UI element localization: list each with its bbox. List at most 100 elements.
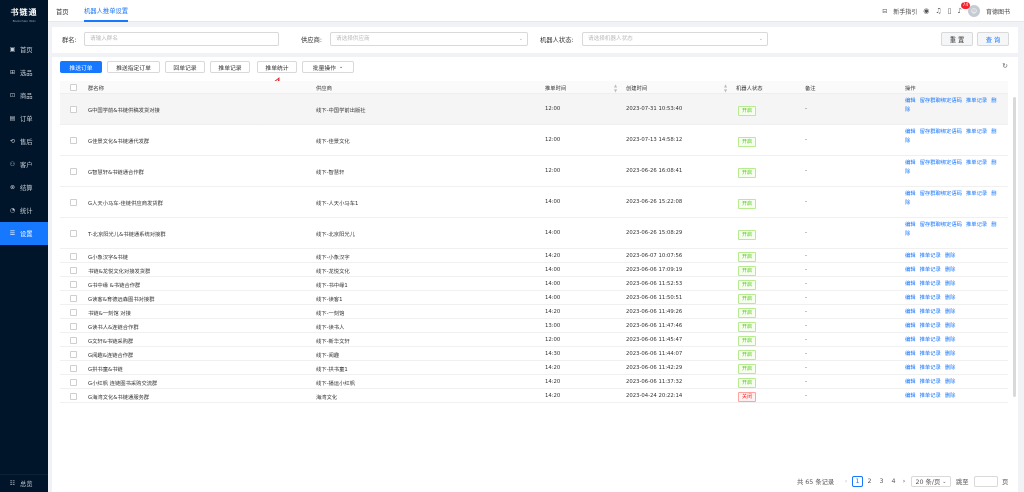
action-link[interactable]: 推单记录	[966, 129, 987, 135]
action-link[interactable]: 删除	[945, 323, 956, 329]
action-link[interactable]: 推单记录	[920, 253, 941, 259]
col-push-time[interactable]: 推单时间	[545, 84, 566, 92]
action-link[interactable]: 推单记录	[920, 309, 941, 315]
row-checkbox[interactable]	[70, 106, 77, 113]
page-4[interactable]: 4	[888, 476, 899, 487]
reset-button[interactable]: 重 置	[941, 32, 973, 46]
action-link[interactable]: 编辑	[905, 323, 916, 329]
action-link[interactable]: 编辑	[905, 191, 916, 197]
supplier-select[interactable]: 请选择供应商 ⌄	[330, 32, 528, 46]
action-link[interactable]: 删除	[945, 337, 956, 343]
row-checkbox[interactable]	[70, 199, 77, 206]
action-link[interactable]: 编辑	[905, 160, 916, 166]
action-link[interactable]: 删除	[945, 295, 956, 301]
action-link[interactable]: 编辑	[905, 351, 916, 357]
row-checkbox[interactable]	[70, 266, 77, 274]
batch-ops-button[interactable]: 批量操作 ⌄	[302, 61, 354, 73]
action-link[interactable]: 编辑	[905, 365, 916, 371]
table-row[interactable]: G小红帆 连链图书采购交流群 线下-播运小红帆 14:20 2023-06-06 11…	[60, 375, 1008, 389]
action-link[interactable]: 编辑	[905, 337, 916, 343]
action-link[interactable]: 推单记录	[966, 160, 987, 166]
robot-status-select[interactable]: 请选择机器人状态 ⌄	[582, 32, 768, 46]
jump-input[interactable]	[974, 476, 998, 487]
action-link[interactable]: 推单记录	[920, 351, 941, 357]
action-link[interactable]: 删除	[945, 309, 956, 315]
sidebar-item-overview[interactable]: ☷ 总览	[0, 474, 48, 492]
action-link[interactable]: 推单记录	[966, 191, 987, 197]
action-link[interactable]: 删除	[945, 281, 956, 287]
action-link[interactable]: 留存群聊绑定语码	[920, 191, 962, 197]
prev-page-icon[interactable]: ‹	[842, 476, 850, 487]
table-row[interactable]: 书链&龙悦文化对接发货群 线下-龙悦文化 14:00 2023-06-06 17:09…	[60, 263, 1008, 277]
table-row[interactable]: 书链&一刻馆 对接 线下-一刻馆 14:20 2023-06-06 11:49:26 开…	[60, 305, 1008, 319]
row-checkbox[interactable]	[70, 230, 77, 237]
sidebar-item-5[interactable]: ⚇ 客户	[0, 153, 48, 176]
action-link[interactable]: 编辑	[905, 222, 916, 228]
scrollbar[interactable]	[1013, 97, 1016, 397]
table-row[interactable]: G小象汉字&书链 线下-小象汉字 14:20 2023-06-07 10:07:56 开…	[60, 249, 1008, 263]
sort-icon[interactable]: ▲ ▼	[724, 83, 727, 93]
sidebar-item-6[interactable]: ⊗ 结算	[0, 176, 48, 199]
row-checkbox[interactable]	[70, 280, 77, 288]
group-name-input[interactable]: 请输入群名	[84, 32, 279, 46]
sidebar-item-1[interactable]: ⊞ 选品	[0, 61, 48, 84]
action-link[interactable]: 留存群聊绑定语码	[920, 98, 962, 104]
user-name[interactable]: 育德图书	[986, 7, 1010, 16]
row-checkbox[interactable]	[70, 378, 77, 386]
guide-link[interactable]: 新手指引	[893, 7, 917, 16]
action-link[interactable]: 推单记录	[920, 337, 941, 343]
row-checkbox[interactable]	[70, 294, 77, 302]
action-link[interactable]: 推单记录	[920, 281, 941, 287]
table-row[interactable]: G海湾文化&书链通服务群 海湾文化 14:20 2023-04-24 20:22:14…	[60, 389, 1008, 403]
page-1[interactable]: 1	[852, 476, 863, 487]
refresh-icon[interactable]: ↻	[1002, 62, 1008, 70]
next-page-icon[interactable]: ›	[900, 476, 908, 487]
table-row[interactable]: G读书人&连链合作群 线下-读书人 13:00 2023-06-06 11:47:46…	[60, 319, 1008, 333]
action-link[interactable]: 推单记录	[920, 379, 941, 385]
action-link[interactable]: 删除	[945, 379, 956, 385]
action-link[interactable]: 删除	[945, 351, 956, 357]
table-row[interactable]: G文轩&书链采购群 线下-新华文轩 12:00 2023-06-06 11:45:47…	[60, 333, 1008, 347]
select-all-checkbox[interactable]	[70, 84, 77, 91]
action-link[interactable]: 编辑	[905, 98, 916, 104]
action-link[interactable]: 推单记录	[920, 365, 941, 371]
action-link[interactable]: 留存群聊绑定语码	[920, 129, 962, 135]
bell-icon[interactable]: ♪ 74	[958, 2, 971, 15]
table-row[interactable]: G阅趣&连链合作群 线下-阅趣 14:30 2023-06-06 11:44:07 开启…	[60, 347, 1008, 361]
sidebar-item-3[interactable]: ▤ 订单	[0, 107, 48, 130]
table-row[interactable]: T-北京阳光儿&书链通系统对接群 线下-北京阳光儿 14:00 2023-06-26 …	[60, 218, 1008, 249]
push-orders-button[interactable]: 推送订单	[60, 61, 102, 73]
action-link[interactable]: 推单记录	[920, 267, 941, 273]
action-link[interactable]: 编辑	[905, 253, 916, 259]
action-link[interactable]: 删除	[945, 393, 956, 399]
guide-icon[interactable]: ⊟	[882, 8, 887, 15]
row-checkbox[interactable]	[70, 364, 77, 372]
sidebar-item-8[interactable]: ☰ 设置	[0, 222, 48, 245]
action-link[interactable]: 删除	[945, 365, 956, 371]
action-link[interactable]: 编辑	[905, 267, 916, 273]
logo[interactable]: 书链通 Bookchain Wiki	[0, 0, 48, 30]
headset-icon[interactable]: ♫	[935, 7, 941, 15]
row-checkbox[interactable]	[70, 322, 77, 330]
row-checkbox[interactable]	[70, 392, 77, 400]
sidebar-item-0[interactable]: ▣ 首页	[0, 38, 48, 61]
action-link[interactable]: 推单记录	[920, 295, 941, 301]
avatar[interactable]: ☺	[967, 5, 980, 17]
action-link[interactable]: 编辑	[905, 393, 916, 399]
row-checkbox[interactable]	[70, 336, 77, 344]
table-row[interactable]: G智慧轩&书链通合作群 线下-智慧轩 12:00 2023-06-26 16:08:4…	[60, 156, 1008, 187]
action-link[interactable]: 推单记录	[966, 98, 987, 104]
action-link[interactable]: 编辑	[905, 379, 916, 385]
action-link[interactable]: 推单记录	[920, 393, 941, 399]
action-link[interactable]: 删除	[945, 267, 956, 273]
push-stats-button[interactable]: 推单统计	[257, 61, 297, 73]
table-row[interactable]: G人天小马车-佳链供应商发货群 线下-人天小马车1 14:00 2023-06-26 …	[60, 187, 1008, 218]
eye-icon[interactable]: ◉	[923, 7, 929, 15]
sort-icon[interactable]: ▲ ▼	[614, 83, 617, 93]
sidebar-item-4[interactable]: ⟲ 售后	[0, 130, 48, 153]
query-button[interactable]: 查 询	[977, 32, 1009, 46]
col-created[interactable]: 创建时间	[626, 84, 647, 92]
action-link[interactable]: 留存群聊绑定语码	[920, 160, 962, 166]
table-row[interactable]: G佳景文化&书链通代发群 线下-佳景文化 12:00 2023-07-13 14:58…	[60, 125, 1008, 156]
action-link[interactable]: 推单记录	[966, 222, 987, 228]
